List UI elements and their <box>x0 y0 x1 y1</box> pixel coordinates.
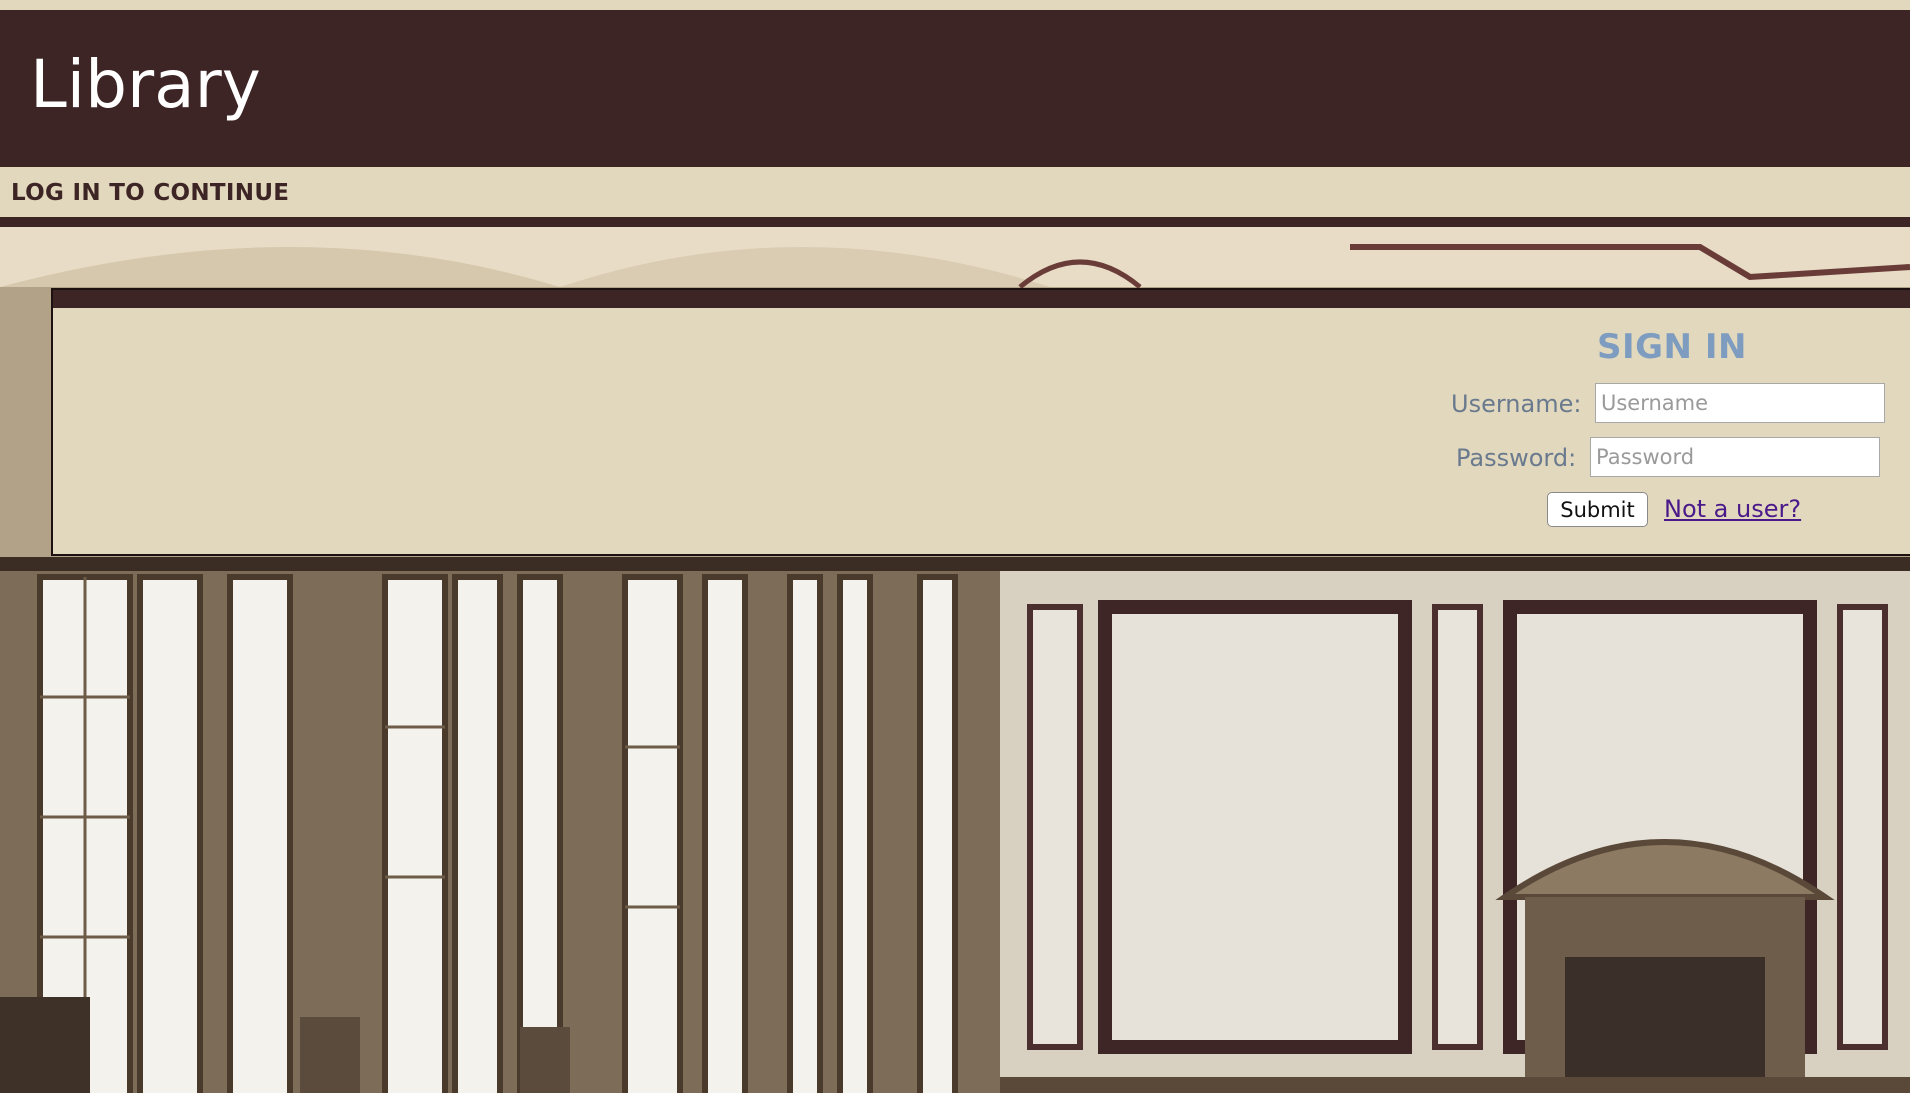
top-strip <box>0 0 1910 10</box>
password-input[interactable] <box>1590 437 1880 477</box>
submit-button[interactable]: Submit <box>1547 492 1648 527</box>
password-label: Password: <box>1456 444 1577 472</box>
subheader-bar: LOG IN TO CONTINUE <box>0 167 1910 217</box>
signin-panel: SIGN IN Username: Password: Submit Not a… <box>51 288 1910 556</box>
not-a-user-link[interactable]: Not a user? <box>1664 497 1801 521</box>
username-input[interactable] <box>1595 383 1885 423</box>
subheader-divider <box>0 217 1910 227</box>
signin-panel-topbar <box>53 290 1910 308</box>
signin-heading: SIGN IN <box>1597 327 1747 367</box>
site-header: Library <box>0 10 1910 167</box>
login-prompt-text: LOG IN TO CONTINUE <box>11 180 290 206</box>
username-label: Username: <box>1451 390 1582 418</box>
app-title: Library <box>30 46 261 123</box>
